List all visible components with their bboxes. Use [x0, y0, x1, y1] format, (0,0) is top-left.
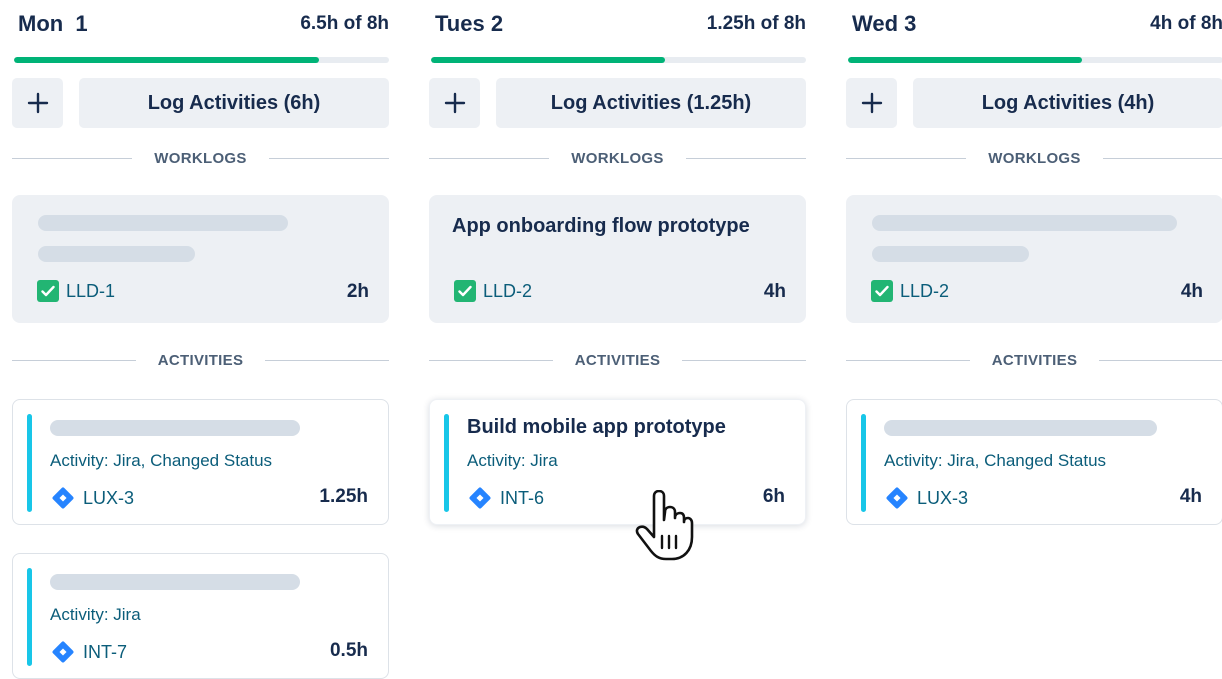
plus-icon [27, 92, 49, 114]
worklog-key-label: LLD-1 [66, 280, 116, 301]
log-activities-button[interactable]: Log Activities (1.25h) [496, 78, 806, 128]
worklog-title-placeholder [872, 215, 1177, 231]
log-activities-button[interactable]: Log Activities (6h) [79, 78, 389, 128]
activity-hours: 1.25h [319, 486, 368, 507]
activity-issue-key[interactable]: INT-7 [50, 639, 127, 665]
worklogs-divider: WORKLOGS [846, 148, 1222, 168]
activity-source: Activity: Jira [50, 605, 141, 624]
activity-hours: 6h [762, 486, 785, 507]
day-progress-bar [431, 57, 806, 63]
check-square-icon [37, 280, 59, 302]
day-column-mon: Mon 1 6.5h of 8h Log Activities (6h) WOR… [12, 0, 390, 679]
worklog-issue-key[interactable]: LLD-1 [37, 280, 115, 302]
activity-key-label: INT-6 [500, 487, 545, 508]
day-hours-summary: 1.25h of 8h [706, 13, 806, 34]
activities-heading: ACTIVITIES [991, 351, 1078, 369]
activity-title-placeholder [884, 420, 1157, 436]
activity-source: Activity: Jira [467, 451, 558, 470]
day-actions: Log Activities (6h) [12, 78, 389, 128]
day-column-tues: Tues 2 1.25h of 8h Log Activities (1.25h… [429, 0, 807, 525]
worklog-hours: 2h [346, 281, 369, 302]
worklog-title-placeholder [38, 246, 195, 262]
day-hours-summary: 6.5h of 8h [300, 13, 389, 34]
worklog-card[interactable]: LLD-2 4h [846, 195, 1222, 323]
activities-heading: ACTIVITIES [157, 351, 244, 369]
activity-title-placeholder [50, 420, 300, 436]
worklogs-divider: WORKLOGS [429, 148, 806, 168]
worklogs-divider: WORKLOGS [12, 148, 389, 168]
day-progress-fill [14, 57, 319, 63]
activity-issue-key[interactable]: INT-6 [467, 485, 544, 511]
activity-card[interactable]: Activity: Jira, Changed Status LUX-3 4h [846, 399, 1222, 525]
worklog-key-label: LLD-2 [483, 280, 533, 301]
activity-key-label: LUX-3 [83, 487, 135, 508]
worklog-card[interactable]: App onboarding flow prototype LLD-2 4h [429, 195, 806, 323]
worklog-issue-key[interactable]: LLD-2 [454, 280, 532, 302]
day-hours-summary: 4h of 8h [1150, 13, 1222, 34]
day-progress-fill [431, 57, 666, 63]
activity-accent-bar [444, 414, 449, 512]
hand-pointer-cursor-icon [635, 490, 694, 561]
check-square-icon [871, 280, 893, 302]
activities-divider: ACTIVITIES [12, 350, 390, 370]
activity-accent-bar [27, 414, 32, 512]
plus-icon [444, 92, 466, 114]
day-header: Mon 1 6.5h of 8h [12, 0, 389, 50]
worklogs-heading: WORKLOGS [988, 149, 1081, 167]
activities-divider: ACTIVITIES [846, 350, 1222, 370]
day-title: Wed 3 [852, 11, 917, 36]
day-progress-bar [14, 57, 389, 63]
activity-source: Activity: Jira, Changed Status [50, 451, 273, 470]
worklog-title-placeholder [38, 215, 288, 231]
day-actions: Log Activities (1.25h) [429, 78, 806, 128]
activities-divider: ACTIVITIES [429, 350, 807, 370]
worklog-key-label: LLD-2 [900, 280, 950, 301]
day-column-wed: Wed 3 4h of 8h Log Activities (4h) WORKL… [846, 0, 1222, 525]
worklog-hours: 4h [763, 281, 786, 302]
activity-issue-key[interactable]: LUX-3 [884, 485, 968, 511]
jira-diamond-icon [52, 641, 74, 663]
jira-diamond-icon [52, 487, 74, 509]
jira-diamond-icon [886, 487, 908, 509]
day-header: Tues 2 1.25h of 8h [429, 0, 806, 50]
activity-accent-bar [27, 568, 32, 666]
day-progress-fill [848, 57, 1083, 63]
worklogs-heading: WORKLOGS [154, 149, 247, 167]
activity-hours: 0.5h [329, 640, 368, 661]
day-actions: Log Activities (4h) [846, 78, 1222, 128]
day-title: Tues 2 [435, 11, 504, 36]
activity-card[interactable]: Build mobile app prototype Activity: Jir… [429, 399, 806, 525]
worklog-title-placeholder [872, 246, 1029, 262]
activity-issue-key[interactable]: LUX-3 [50, 485, 134, 511]
day-header: Wed 3 4h of 8h [846, 0, 1222, 50]
add-worklog-button[interactable] [12, 78, 63, 128]
plus-icon [861, 92, 883, 114]
activity-key-label: LUX-3 [917, 487, 969, 508]
worklog-hours: 4h [1180, 281, 1203, 302]
add-worklog-button[interactable] [429, 78, 480, 128]
activity-card[interactable]: Activity: Jira INT-7 0.5h [12, 553, 389, 679]
day-progress-bar [848, 57, 1222, 63]
worklog-title: App onboarding flow prototype [452, 215, 750, 237]
add-worklog-button[interactable] [846, 78, 897, 128]
activity-title-placeholder [50, 574, 300, 590]
activity-accent-bar [861, 414, 866, 512]
day-title: Mon 1 [18, 11, 88, 36]
activity-key-label: INT-7 [83, 641, 128, 662]
check-square-icon [454, 280, 476, 302]
worklog-card[interactable]: LLD-1 2h [12, 195, 389, 323]
activity-hours: 4h [1179, 486, 1202, 507]
worklog-issue-key[interactable]: LLD-2 [871, 280, 949, 302]
activities-heading: ACTIVITIES [574, 351, 661, 369]
activity-card[interactable]: Activity: Jira, Changed Status LUX-3 1.2… [12, 399, 389, 525]
log-activities-button[interactable]: Log Activities (4h) [913, 78, 1222, 128]
activity-source: Activity: Jira, Changed Status [884, 451, 1107, 470]
jira-diamond-icon [469, 487, 491, 509]
activity-title: Build mobile app prototype [467, 416, 726, 438]
worklogs-heading: WORKLOGS [571, 149, 664, 167]
